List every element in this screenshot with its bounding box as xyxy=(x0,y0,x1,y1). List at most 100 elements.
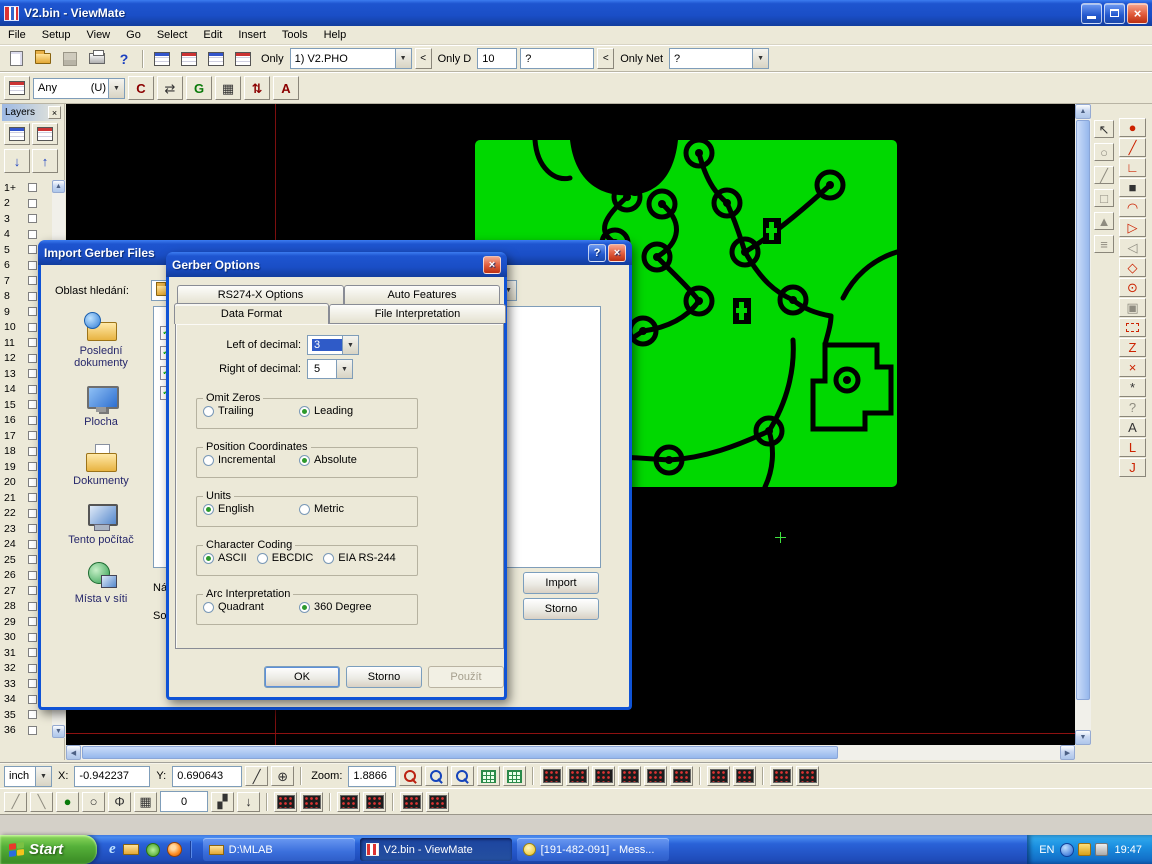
layer-swatch[interactable] xyxy=(28,664,37,673)
hook-tool-icon[interactable]: J xyxy=(1119,458,1146,477)
radio-option[interactable]: Quadrant xyxy=(203,601,289,613)
menu-item[interactable]: Help xyxy=(316,26,355,44)
align-tool-icon[interactable]: ≡ xyxy=(1094,235,1114,253)
layer-view-icon[interactable] xyxy=(566,766,589,786)
zoom-all-icon[interactable] xyxy=(451,766,474,786)
layer-up-icon[interactable]: ↑ xyxy=(32,149,58,173)
snap-arrow-icon[interactable]: ↓ xyxy=(237,792,260,812)
select-cursor-icon[interactable]: ↖ xyxy=(1094,120,1114,138)
layer-swatch[interactable] xyxy=(28,447,37,456)
pad-tool-icon[interactable]: ■ xyxy=(1119,178,1146,197)
scroll-down-icon[interactable] xyxy=(52,725,65,738)
copy-tool-icon[interactable]: ▣ xyxy=(1119,298,1146,317)
dcode-view-icon[interactable] xyxy=(300,792,323,812)
layer-down-icon[interactable]: ↓ xyxy=(4,149,30,173)
import-button[interactable]: Import xyxy=(523,572,599,594)
layer-swatch[interactable] xyxy=(28,338,37,347)
measure-icon[interactable]: ╱ xyxy=(245,766,268,786)
radio-option[interactable]: EBCDIC xyxy=(257,552,314,564)
layer-combo[interactable]: 1) V2.PHO xyxy=(290,48,412,69)
layer-swatch[interactable] xyxy=(28,710,37,719)
restore-button[interactable] xyxy=(1104,3,1125,24)
close-button[interactable]: × xyxy=(1127,3,1148,24)
aperture-table-icon[interactable] xyxy=(177,48,201,70)
layer-swatch[interactable] xyxy=(28,509,37,518)
draw-mode-icon[interactable]: ╱ xyxy=(4,792,27,812)
chevron-down-icon[interactable] xyxy=(342,336,358,354)
layer-row[interactable]: 36 xyxy=(2,723,52,739)
stretch-tool-icon[interactable]: ⇅ xyxy=(244,76,270,100)
taskbar-task[interactable]: V2.bin - ViewMate xyxy=(360,838,512,861)
scroll-up-icon[interactable] xyxy=(52,180,65,193)
save-icon[interactable] xyxy=(58,48,82,70)
context-help-icon[interactable] xyxy=(112,48,136,70)
tray-messenger-icon[interactable] xyxy=(1060,843,1074,857)
scroll-right-icon[interactable] xyxy=(1060,745,1075,760)
dcode-field[interactable]: 10 xyxy=(477,48,517,69)
layer-view-icon[interactable] xyxy=(770,766,793,786)
help-icon[interactable]: ? xyxy=(588,244,606,262)
mirror-tool-icon[interactable]: ▲ xyxy=(1094,212,1114,230)
chevron-down-icon[interactable] xyxy=(108,79,124,98)
layer-view-icon[interactable] xyxy=(618,766,641,786)
polygon-tool-icon[interactable]: ▷ xyxy=(1119,218,1146,237)
grid-tool-icon[interactable]: ▦ xyxy=(215,76,241,100)
menu-item[interactable]: Insert xyxy=(230,26,274,44)
point-tool-icon[interactable]: ● xyxy=(1119,118,1146,137)
layer-swatch[interactable] xyxy=(28,323,37,332)
line-tool-icon[interactable]: ╱ xyxy=(1119,138,1146,157)
scroll-up-icon[interactable] xyxy=(1075,104,1091,119)
radio-option[interactable]: Trailing xyxy=(203,405,289,417)
layer-row[interactable]: 2 xyxy=(2,196,52,212)
net-combo[interactable]: ? xyxy=(669,48,769,69)
prev-dcode-button[interactable]: < xyxy=(415,48,432,69)
trace-tool-icon[interactable]: Z xyxy=(1119,338,1146,357)
close-icon[interactable]: × xyxy=(483,256,501,274)
minimize-button[interactable] xyxy=(1081,3,1102,24)
internet-explorer-icon[interactable]: e xyxy=(109,841,116,858)
chevron-down-icon[interactable] xyxy=(336,360,352,378)
layer-swatch[interactable] xyxy=(28,214,37,223)
layers-table-icon[interactable] xyxy=(4,123,30,145)
cancel-button[interactable]: Storno xyxy=(523,598,599,620)
circle-tool-icon[interactable]: ⊙ xyxy=(1119,278,1146,297)
layer-swatch[interactable] xyxy=(28,679,37,688)
chevron-down-icon[interactable] xyxy=(752,49,768,68)
dcode-view-icon[interactable] xyxy=(426,792,449,812)
swap-tool-icon[interactable]: ⇄ xyxy=(157,76,183,100)
dialog-title-bar[interactable]: Gerber Options × xyxy=(166,252,507,277)
query-tool-icon[interactable]: ? xyxy=(1119,398,1146,417)
cut-tool-icon[interactable]: × xyxy=(1119,358,1146,377)
prev-net-button[interactable]: < xyxy=(597,48,614,69)
tab[interactable]: File Interpretation xyxy=(329,304,506,323)
dcode-view-icon[interactable] xyxy=(363,792,386,812)
menu-item[interactable]: Tools xyxy=(274,26,316,44)
chevron-down-icon[interactable] xyxy=(395,49,411,68)
layer-swatch[interactable] xyxy=(28,369,37,378)
dcode-view-icon[interactable] xyxy=(337,792,360,812)
place-item[interactable]: Dokumenty xyxy=(55,442,147,487)
menu-item[interactable]: File xyxy=(0,26,34,44)
radio-option[interactable]: 360 Degree xyxy=(299,601,372,613)
layer-view-icon[interactable] xyxy=(707,766,730,786)
radio-option[interactable]: Incremental xyxy=(203,454,289,466)
layer-swatch[interactable] xyxy=(28,617,37,626)
scroll-left-icon[interactable] xyxy=(66,745,81,760)
menu-item[interactable]: Go xyxy=(118,26,149,44)
new-file-icon[interactable] xyxy=(4,48,28,70)
layer-swatch[interactable] xyxy=(28,602,37,611)
dcode-table-icon[interactable] xyxy=(150,48,174,70)
layer-swatch[interactable] xyxy=(28,555,37,564)
layer-swatch[interactable] xyxy=(28,276,37,285)
tool-table-icon[interactable] xyxy=(204,48,228,70)
tray-network-icon[interactable] xyxy=(1095,843,1108,856)
clock[interactable]: 19:47 xyxy=(1114,844,1142,856)
status-led-on-icon[interactable]: ● xyxy=(56,792,79,812)
dcode-view-icon[interactable] xyxy=(400,792,423,812)
place-item[interactable]: Poslední dokumenty xyxy=(55,312,147,369)
right-of-decimal-combo[interactable]: 5 xyxy=(307,359,353,379)
frame-mode-icon[interactable] xyxy=(4,76,30,100)
taskbar-task[interactable]: [191-482-091] - Mess... xyxy=(517,838,669,861)
radio-option[interactable]: English xyxy=(203,503,289,515)
text-tool-icon[interactable]: A xyxy=(1119,418,1146,437)
